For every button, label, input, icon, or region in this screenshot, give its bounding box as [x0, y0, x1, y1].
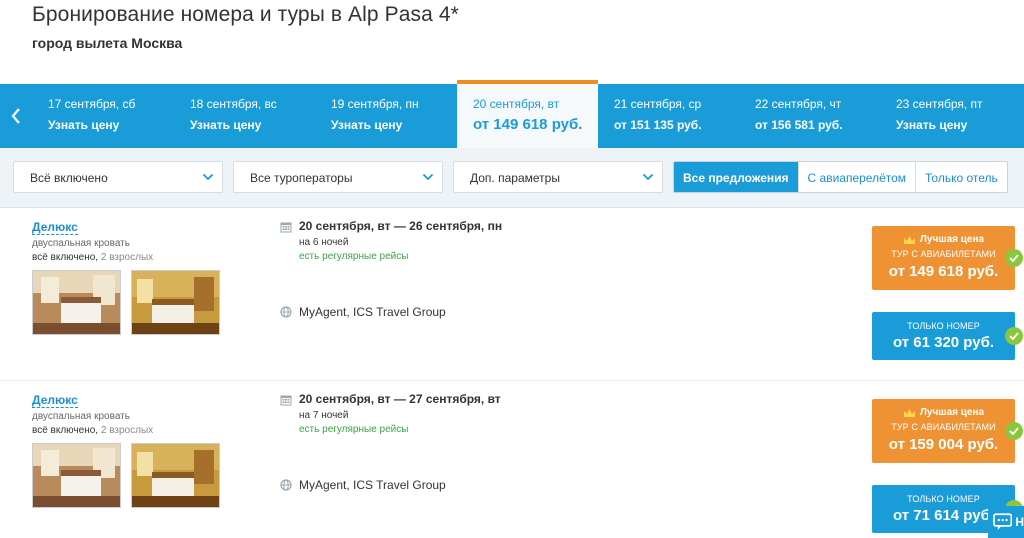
tour-price-button[interactable]: Лучшая цена ТУР С АВИАБИЛЕТАМИ от 149 61… [872, 226, 1015, 290]
params-select[interactable]: Доп. параметры [453, 161, 663, 193]
room-price-type: ТОЛЬКО НОМЕР [907, 321, 980, 331]
date-option[interactable]: 18 сентября, вс Узнать цену [190, 84, 277, 148]
offer-row: Делюкс двуспальная кровать всё включено,… [0, 208, 1024, 380]
operator-select-value: Все туроператоры [250, 171, 353, 185]
room-meal: всё включено, 2 взрослых [32, 425, 153, 436]
crown-icon [903, 235, 915, 244]
tour-price-button[interactable]: Лучшая цена ТУР С АВИАБИЛЕТАМИ от 159 00… [872, 399, 1015, 463]
meal-select-value: Всё включено [30, 171, 108, 185]
trip-nights: на 6 ночей [299, 237, 349, 248]
trip-dates: 20 сентября, вт — 26 сентября, пн [299, 219, 503, 233]
tour-price-type: ТУР С АВИАБИЛЕТАМИ [891, 422, 996, 432]
date-label: 21 сентября, ср [614, 97, 702, 111]
guests-text: 2 взрослых [100, 252, 154, 263]
date-price: Узнать цену [896, 118, 968, 132]
date-option[interactable]: 19 сентября, пн Узнать цену [331, 84, 419, 148]
date-price: Узнать цену [48, 118, 120, 132]
room-name-link[interactable]: Делюкс [32, 393, 78, 408]
date-label: 23 сентября, пт [896, 97, 983, 111]
best-price-badge: Лучшая цена [872, 234, 1015, 245]
chevron-down-icon [202, 173, 214, 181]
calendar-icon [280, 222, 292, 233]
segment-with-flight[interactable]: С авиаперелётом [797, 162, 916, 192]
tour-price-type: ТУР С АВИАБИЛЕТАМИ [891, 249, 996, 259]
chevron-down-icon [642, 173, 654, 181]
date-price: от 149 618 руб. [473, 116, 583, 133]
date-option[interactable]: 22 сентября, чт от 156 581 руб. [755, 84, 843, 148]
best-price-label: Лучшая цена [919, 234, 985, 245]
meal-text: всё включено, [32, 252, 99, 263]
room-photo-image [132, 444, 219, 507]
tour-operator: MyAgent, ICS Travel Group [299, 478, 446, 492]
date-option[interactable]: 21 сентября, ср от 151 135 руб. [614, 84, 702, 148]
meal-text: всё включено, [32, 425, 99, 436]
date-option-selected[interactable]: 20 сентября, вт от 149 618 руб. [457, 80, 598, 148]
segment-all-offers[interactable]: Все предложения [674, 162, 798, 192]
offer-row: Делюкс двуспальная кровать всё включено,… [0, 380, 1024, 538]
tour-price-amount: от 149 618 руб. [888, 263, 999, 280]
check-icon [1005, 422, 1023, 440]
page-header: Бронирование номера и туры в Alp Pasa 4*… [32, 3, 459, 51]
trip-nights: на 7 ночей [299, 410, 349, 421]
guests-text: 2 взрослых [100, 425, 154, 436]
params-select-value: Доп. параметры [470, 171, 560, 185]
room-meal: всё включено, 2 взрослых [32, 252, 153, 263]
page-title: Бронирование номера и туры в Alp Pasa 4* [32, 3, 459, 26]
check-icon [1005, 327, 1023, 345]
globe-icon [280, 479, 292, 491]
flights-status: есть регулярные рейсы [299, 424, 409, 435]
trip-dates: 20 сентября, вт — 27 сентября, вт [299, 392, 501, 406]
operator-select[interactable]: Все туроператоры [233, 161, 443, 193]
date-price: от 151 135 руб. [614, 118, 702, 132]
crown-icon [903, 408, 915, 417]
room-photo-image [132, 271, 219, 334]
filter-bar: Всё включено Все туроператоры Доп. парам… [0, 148, 1024, 208]
tour-price-amount: от 159 004 руб. [888, 436, 999, 453]
date-label: 22 сентября, чт [755, 97, 842, 111]
offer-type-toggle: Все предложения С авиаперелётом Только о… [673, 161, 1008, 193]
room-photo-image [33, 271, 120, 334]
room-photo-image [33, 444, 120, 507]
room-price-type: ТОЛЬКО НОМЕР [907, 494, 980, 504]
chat-icon [993, 513, 1013, 530]
meal-select[interactable]: Всё включено [13, 161, 223, 193]
date-label: 20 сентября, вт [473, 97, 560, 111]
date-carousel: 17 сентября, сб Узнать цену 18 сентября,… [0, 80, 1024, 148]
room-bed: двуспальная кровать [32, 411, 130, 422]
check-icon [1005, 249, 1023, 267]
room-photo[interactable] [131, 443, 220, 508]
date-label: 18 сентября, вс [190, 97, 277, 111]
room-name-link[interactable]: Делюкс [32, 220, 78, 235]
chevron-left-icon [11, 108, 20, 124]
tour-operator: MyAgent, ICS Travel Group [299, 305, 446, 319]
best-price-label: Лучшая цена [919, 407, 985, 418]
date-label: 19 сентября, пн [331, 97, 419, 111]
best-price-badge: Лучшая цена [872, 407, 1015, 418]
globe-icon [280, 306, 292, 318]
calendar-icon [280, 395, 292, 406]
room-photo[interactable] [32, 443, 121, 508]
date-price: Узнать цену [190, 118, 262, 132]
segment-hotel-only[interactable]: Только отель [915, 162, 1007, 192]
chat-widget-button[interactable]: Н [988, 506, 1024, 538]
date-option[interactable]: 23 сентября, пт Узнать цену [896, 84, 983, 148]
room-photo[interactable] [131, 270, 220, 335]
date-label: 17 сентября, сб [48, 97, 136, 111]
room-price-amount: от 61 320 руб. [892, 334, 995, 351]
date-price: от 156 581 руб. [755, 118, 843, 132]
prev-dates-button[interactable] [0, 84, 32, 148]
chevron-down-icon [422, 173, 434, 181]
chat-label: Н [1015, 515, 1024, 529]
departure-city: город вылета Москва [32, 35, 183, 51]
date-option[interactable]: 17 сентября, сб Узнать цену [48, 84, 135, 148]
room-only-price-button[interactable]: ТОЛЬКО НОМЕР от 61 320 руб. [872, 312, 1015, 360]
booking-page: Бронирование номера и туры в Alp Pasa 4*… [0, 0, 1024, 538]
room-bed: двуспальная кровать [32, 238, 130, 249]
flights-status: есть регулярные рейсы [299, 251, 409, 262]
room-photo[interactable] [32, 270, 121, 335]
date-price: Узнать цену [331, 118, 403, 132]
